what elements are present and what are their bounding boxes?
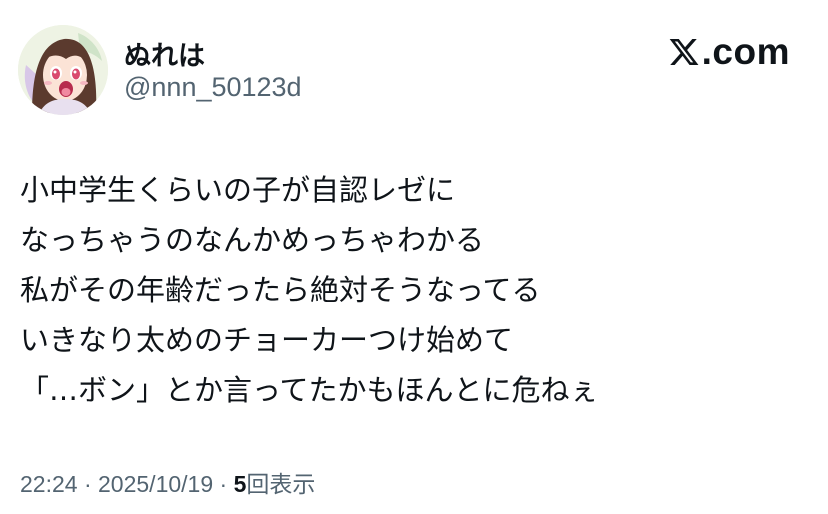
- tweet-meta: 22:24 · 2025/10/19 · 5回表示: [20, 465, 315, 499]
- x-brand-link[interactable]: .com: [668, 31, 790, 73]
- views-label: 回表示: [246, 471, 316, 497]
- tweet-time[interactable]: 22:24: [20, 471, 78, 497]
- anime-girl-avatar-icon: [18, 25, 108, 115]
- tweet-line: 小中学生くらいの子が自認レゼに: [20, 173, 456, 207]
- author-display-name[interactable]: ぬれは: [124, 34, 205, 73]
- brand-domain-text: .com: [701, 31, 790, 72]
- author-handle[interactable]: @nnn_50123d: [124, 72, 302, 103]
- tweet-line: 私がその年齢だったら絶対そうなってる: [20, 273, 541, 307]
- meta-separator: ·: [77, 471, 99, 497]
- tweet-date[interactable]: 2025/10/19: [98, 471, 213, 497]
- meta-separator: ·: [213, 471, 234, 497]
- views-count: 5: [233, 471, 247, 497]
- avatar[interactable]: [18, 25, 108, 115]
- tweet-line: いきなり太めのチョーカーつけ始めて: [20, 323, 514, 357]
- tweet-line: 「…ボン」とか言ってたかもほんとに危ねぇ: [20, 373, 599, 407]
- tweet-header: ぬれは @nnn_50123d .com: [0, 0, 828, 130]
- x-logo-icon: [669, 39, 699, 65]
- tweet-line: なっちゃうのなんかめっちゃわかる: [20, 223, 485, 257]
- tweet-text: 小中学生くらいの子が自認レゼに なっちゃうのなんかめっちゃわかる 私がその年齢だ…: [20, 165, 810, 415]
